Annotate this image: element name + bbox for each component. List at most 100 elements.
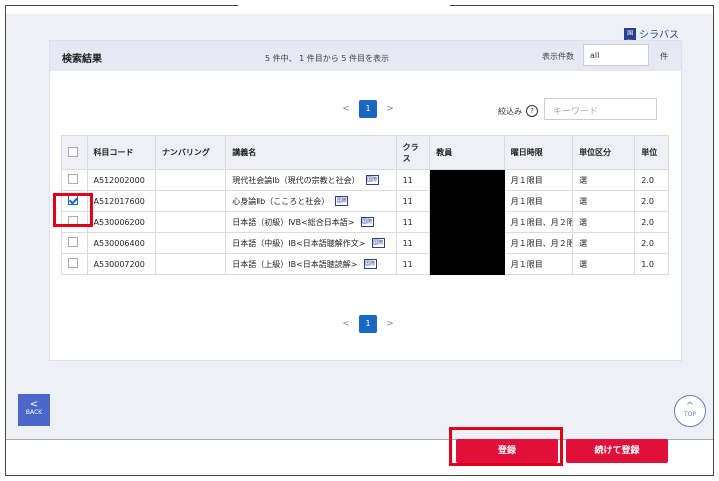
row-select-cell: [61, 232, 88, 254]
syllabus-mini-icon[interactable]: 国際: [363, 259, 377, 269]
row-select-cell: [61, 169, 88, 191]
keyword-filter-input[interactable]: キーワード: [544, 98, 657, 120]
select-all-checkbox[interactable]: [68, 146, 78, 157]
results-table: 科目コード ナンバリング 講義名 クラス 教員 曜日時限 単位区分 単位 A51…: [61, 135, 669, 275]
scroll-top-button[interactable]: ^ TOP: [674, 395, 706, 427]
row-checkbox[interactable]: [68, 258, 78, 268]
back-button[interactable]: < BACK: [18, 394, 50, 426]
course-name-text: 心身論Ⅱb（こころと社会）: [232, 196, 330, 206]
page-1-button[interactable]: 1: [359, 100, 377, 118]
table-header-row: 科目コード ナンバリング 講義名 クラス 教員 曜日時限 単位区分 単位: [61, 135, 669, 170]
filter-label-text: 絞込み: [498, 106, 522, 116]
cell-code: A530006400: [86, 232, 156, 254]
cell-credit: 1.0: [634, 253, 669, 275]
cell-numbering: [154, 190, 227, 212]
show-count-label: 表示件数: [542, 52, 574, 61]
col-credit[interactable]: 単位: [634, 135, 669, 170]
chevron-left-icon: <: [29, 399, 39, 410]
cell-numbering: [154, 211, 227, 233]
cell-code: A530006200: [86, 211, 156, 233]
show-count-unit: 件: [660, 52, 668, 61]
prev-page-icon[interactable]: <: [341, 104, 351, 114]
course-name-text: 日本語（中級）ⅠB<日本語聴解作文>: [232, 238, 366, 248]
cell-class: 11: [395, 169, 431, 191]
prev-page-icon[interactable]: <: [341, 319, 351, 329]
col-course-name[interactable]: 講義名: [225, 135, 397, 170]
table-row[interactable]: A530007200 日本語（上級）ⅠB<日本語聴読解> 国際 11 月１限目 選…: [61, 253, 669, 275]
table-row[interactable]: A530006200 日本語（初級）ⅣB<総合日本語> 国際 11 月１限目、月２…: [61, 211, 669, 233]
cell-code: A530007200: [86, 253, 156, 275]
cell-course-name[interactable]: 現代社会論Ⅰb（現代の宗教と社会） 国際: [225, 169, 397, 191]
cell-course-name[interactable]: 日本語（初級）ⅣB<総合日本語> 国際: [225, 211, 397, 233]
cell-teacher-redacted: [429, 253, 505, 275]
table-row[interactable]: A530006400 日本語（中級）ⅠB<日本語聴解作文> 国際 11 月１限目、…: [61, 232, 669, 254]
syllabus-icon: 国際: [624, 27, 637, 47]
table-row[interactable]: A512017600 心身論Ⅱb（こころと社会） 国際 11 月１限目 選 2.0: [61, 190, 669, 212]
syllabus-mini-icon[interactable]: 国際: [360, 217, 374, 227]
pager-top: < 1 >: [341, 100, 395, 118]
back-label: BACK: [25, 409, 43, 416]
cell-class: 11: [395, 190, 431, 212]
course-name-text: 日本語（初級）ⅣB<総合日本語>: [232, 217, 355, 227]
cell-credit-type: 選: [572, 169, 636, 191]
tab-gap: [238, 4, 450, 8]
cell-day-period: 月１限目: [503, 169, 574, 191]
show-count-input[interactable]: all: [583, 44, 649, 66]
highlight-checkbox-box: [53, 193, 93, 227]
col-class[interactable]: クラス: [395, 135, 431, 170]
cell-course-name[interactable]: 心身論Ⅱb（こころと社会） 国際: [225, 190, 397, 212]
cell-code: A512002000: [86, 169, 156, 191]
cell-class: 11: [395, 232, 431, 254]
col-credit-type[interactable]: 単位区分: [572, 135, 636, 170]
col-code[interactable]: 科目コード: [86, 135, 156, 170]
cell-day-period: 月１限目: [503, 253, 574, 275]
help-icon[interactable]: ?: [526, 105, 538, 117]
course-name-text: 日本語（上級）ⅠB<日本語聴読解>: [232, 259, 358, 269]
cell-teacher-redacted: [429, 169, 505, 191]
cell-teacher-redacted: [429, 190, 505, 212]
cell-numbering: [154, 169, 227, 191]
cell-credit-type: 選: [572, 190, 636, 212]
cell-teacher-redacted: [429, 232, 505, 254]
row-checkbox[interactable]: [68, 237, 78, 247]
cell-credit-type: 選: [572, 232, 636, 254]
page-1-button[interactable]: 1: [359, 315, 377, 333]
cell-day-period: 月１限目: [503, 190, 574, 212]
cell-numbering: [154, 232, 227, 254]
cell-day-period: 月１限目、月２限: [503, 211, 574, 233]
cell-credit-type: 選: [572, 253, 636, 275]
col-teacher[interactable]: 教員: [429, 135, 505, 170]
syllabus-mini-icon[interactable]: 国際: [365, 175, 379, 185]
col-numbering[interactable]: ナンバリング: [154, 135, 227, 170]
cell-credit: 2.0: [634, 169, 669, 191]
register-continue-button[interactable]: 続けて登録: [566, 439, 668, 463]
next-page-icon[interactable]: >: [385, 319, 395, 329]
cell-course-name[interactable]: 日本語（中級）ⅠB<日本語聴解作文> 国際: [225, 232, 397, 254]
results-header: 検索結果 5 件中、 1 件目から 5 件目を表示 表示件数 all 件: [50, 41, 681, 71]
cell-course-name[interactable]: 日本語（上級）ⅠB<日本語聴読解> 国際: [225, 253, 397, 275]
course-name-text: 現代社会論Ⅰb（現代の宗教と社会）: [232, 175, 360, 185]
cell-credit-type: 選: [572, 211, 636, 233]
cell-class: 11: [395, 211, 431, 233]
cell-code: A512017600: [86, 190, 156, 212]
syllabus-label: シラバス: [639, 30, 679, 41]
next-page-icon[interactable]: >: [385, 104, 395, 114]
search-results-panel: 検索結果 5 件中、 1 件目から 5 件目を表示 表示件数 all 件 < 1…: [49, 40, 682, 361]
table-row[interactable]: A512002000 現代社会論Ⅰb（現代の宗教と社会） 国際 11 月１限目 選…: [61, 169, 669, 191]
chevron-up-icon: ^: [685, 401, 695, 412]
top-label: TOP: [683, 411, 696, 418]
results-title: 検索結果: [62, 54, 102, 65]
filter-label: 絞込み ?: [498, 105, 538, 117]
cell-credit: 2.0: [634, 190, 669, 212]
syllabus-mini-icon[interactable]: 国際: [335, 196, 349, 206]
cell-teacher-redacted: [429, 211, 505, 233]
cell-numbering: [154, 253, 227, 275]
syllabus-link[interactable]: 国際 シラバス: [624, 26, 679, 47]
pager-bottom: < 1 >: [341, 315, 395, 333]
syllabus-mini-icon[interactable]: 国際: [371, 238, 385, 248]
col-day-period[interactable]: 曜日時限: [503, 135, 574, 170]
highlight-register-box: [449, 427, 563, 466]
row-checkbox[interactable]: [68, 174, 78, 184]
cell-credit: 2.0: [634, 211, 669, 233]
cell-class: 11: [395, 253, 431, 275]
